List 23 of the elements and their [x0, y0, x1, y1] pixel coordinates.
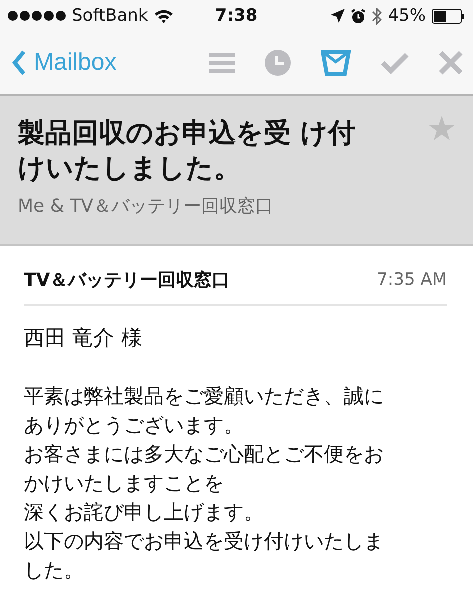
- clock-icon[interactable]: [265, 50, 291, 76]
- bluetooth-icon: [372, 8, 382, 24]
- checkmark-icon[interactable]: [381, 52, 409, 74]
- list-icon[interactable]: [209, 52, 235, 74]
- message-text: 平素は弊社製品をご愛顧いただき、誠に ありがとうございます。 お客さまには多大なご心配とご不便をお かけいたしますことを 深くお詫び申し上げます。 以下の内容でお申込を受け付けいたしま した。: [24, 383, 385, 584]
- star-icon[interactable]: [429, 116, 455, 141]
- received-time: 7:35 AM: [377, 270, 447, 290]
- participants: Me & TV＆バッテリー回収窓口: [18, 195, 274, 218]
- carrier-name: SoftBank: [72, 6, 148, 26]
- location-arrow-icon: [331, 9, 346, 23]
- greeting: 西田 竜介 様: [24, 325, 144, 352]
- close-icon[interactable]: [439, 51, 463, 75]
- email-subject: 製品回収のお申込を受 け付 けいたしました。: [18, 117, 356, 186]
- clock-time: 7:38: [215, 6, 258, 26]
- chevron-left-icon: [12, 50, 26, 76]
- battery-icon: [432, 8, 466, 24]
- wifi-icon: [154, 8, 174, 24]
- tray-icon[interactable]: [321, 50, 351, 76]
- sender-name: TV＆バッテリー回収窓口: [24, 269, 230, 292]
- back-button[interactable]: Mailbox: [12, 49, 117, 77]
- alarm-clock-icon: [351, 8, 366, 24]
- battery-percent: 45%: [388, 6, 426, 26]
- signal-icon: [8, 11, 66, 21]
